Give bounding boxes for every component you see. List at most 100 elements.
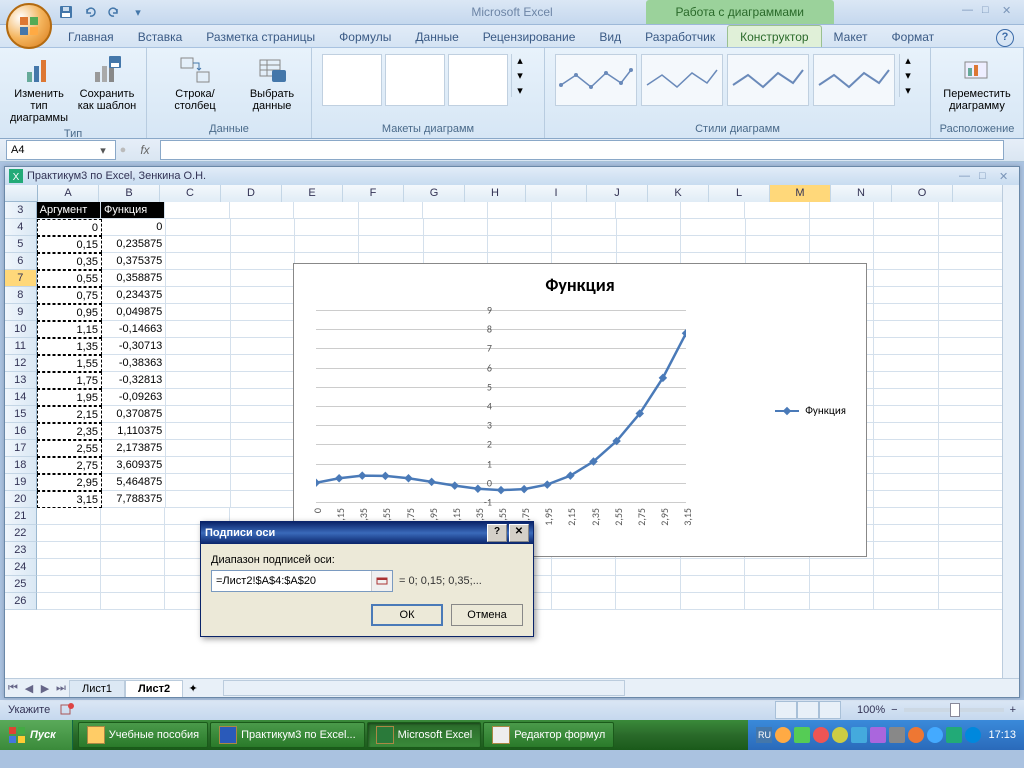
- cell[interactable]: [488, 202, 552, 219]
- cell[interactable]: [231, 355, 295, 372]
- cell[interactable]: 0,75: [37, 287, 102, 304]
- wb-maximize-icon[interactable]: □: [979, 170, 995, 183]
- column-header[interactable]: A: [38, 185, 99, 202]
- undo-icon[interactable]: [80, 2, 100, 22]
- qat-customize-icon[interactable]: ▾: [128, 2, 148, 22]
- cell[interactable]: [939, 287, 1003, 304]
- cell[interactable]: [37, 542, 101, 559]
- select-all-corner[interactable]: [5, 185, 38, 202]
- tab-view[interactable]: Вид: [587, 26, 633, 47]
- cell[interactable]: [939, 457, 1003, 474]
- column-header[interactable]: O: [892, 185, 953, 202]
- cell[interactable]: 1,110375: [102, 423, 166, 440]
- cell[interactable]: [874, 287, 938, 304]
- column-header[interactable]: N: [831, 185, 892, 202]
- cell[interactable]: [231, 406, 295, 423]
- next-sheet-icon[interactable]: ▶: [37, 682, 53, 695]
- cell[interactable]: [37, 593, 101, 610]
- cell[interactable]: [101, 525, 165, 542]
- tray-icon[interactable]: [965, 727, 981, 743]
- cell[interactable]: 2,95: [37, 474, 102, 491]
- cell[interactable]: [874, 321, 938, 338]
- tab-insert[interactable]: Вставка: [126, 26, 195, 47]
- cell[interactable]: [939, 253, 1003, 270]
- cell[interactable]: 1,75: [37, 372, 102, 389]
- cell[interactable]: [37, 525, 101, 542]
- cell[interactable]: [166, 321, 230, 338]
- tray-icon[interactable]: [851, 727, 867, 743]
- cell[interactable]: [874, 593, 938, 610]
- cell[interactable]: [681, 593, 745, 610]
- cell[interactable]: -0,38363: [102, 355, 166, 372]
- new-sheet-icon[interactable]: ✦: [183, 682, 203, 695]
- cell[interactable]: [231, 287, 295, 304]
- page-layout-view-icon[interactable]: [797, 701, 819, 719]
- row-header[interactable]: 13: [5, 372, 37, 389]
- formula-bar[interactable]: [160, 140, 1004, 160]
- cell[interactable]: [874, 253, 938, 270]
- embedded-chart[interactable]: Функция Функция -1012345678900,150,350,5…: [293, 263, 867, 557]
- cell[interactable]: [37, 559, 101, 576]
- dialog-help-icon[interactable]: ?: [487, 524, 507, 542]
- cell[interactable]: [939, 372, 1003, 389]
- cell[interactable]: [488, 219, 552, 236]
- ok-button[interactable]: ОК: [371, 604, 443, 626]
- cell[interactable]: 0,049875: [102, 304, 166, 321]
- layout-thumb[interactable]: [385, 54, 445, 106]
- styles-more[interactable]: ▴▾▾: [899, 54, 916, 97]
- switch-row-col-button[interactable]: Строка/столбец: [153, 52, 237, 114]
- cell[interactable]: [939, 542, 1003, 559]
- cell[interactable]: [939, 355, 1003, 372]
- cell[interactable]: [488, 236, 552, 253]
- cell[interactable]: [616, 576, 680, 593]
- cell[interactable]: 0,370875: [102, 406, 166, 423]
- tab-layout[interactable]: Макет: [822, 26, 880, 47]
- cell[interactable]: [939, 321, 1003, 338]
- row-header[interactable]: 9: [5, 304, 37, 321]
- cell[interactable]: [231, 219, 295, 236]
- layout-thumb[interactable]: [322, 54, 382, 106]
- row-header[interactable]: 3: [5, 202, 37, 219]
- row-header[interactable]: 25: [5, 576, 37, 593]
- column-header[interactable]: M: [770, 185, 831, 202]
- axis-range-field[interactable]: [212, 571, 371, 591]
- cell[interactable]: [166, 372, 230, 389]
- cell[interactable]: 0,234375: [102, 287, 166, 304]
- cell[interactable]: [874, 423, 938, 440]
- cell[interactable]: -0,32813: [102, 372, 166, 389]
- row-header[interactable]: 20: [5, 491, 37, 508]
- cell[interactable]: 0: [37, 219, 102, 236]
- row-header[interactable]: 26: [5, 593, 37, 610]
- cell[interactable]: [166, 219, 230, 236]
- cell[interactable]: [231, 253, 295, 270]
- cell[interactable]: 1,15: [37, 321, 102, 338]
- cell[interactable]: 5,464875: [102, 474, 166, 491]
- cell[interactable]: [939, 559, 1003, 576]
- cell[interactable]: [294, 202, 358, 219]
- cell[interactable]: [166, 355, 230, 372]
- layouts-more[interactable]: ▴▾▾: [511, 54, 528, 97]
- cell[interactable]: [552, 202, 616, 219]
- cell[interactable]: [552, 576, 616, 593]
- cell[interactable]: [745, 576, 809, 593]
- cell[interactable]: [101, 559, 165, 576]
- tray-icon[interactable]: [908, 727, 924, 743]
- cell[interactable]: [810, 559, 874, 576]
- cell[interactable]: [939, 304, 1003, 321]
- column-header[interactable]: I: [526, 185, 587, 202]
- cell[interactable]: 1,55: [37, 355, 102, 372]
- zoom-out-icon[interactable]: −: [891, 704, 897, 716]
- tab-home[interactable]: Главная: [56, 26, 126, 47]
- cell[interactable]: [681, 202, 745, 219]
- cell[interactable]: 0: [102, 219, 166, 236]
- cell[interactable]: [939, 338, 1003, 355]
- cell[interactable]: [166, 236, 230, 253]
- cell[interactable]: [746, 236, 810, 253]
- cell[interactable]: [424, 219, 488, 236]
- tray-icon[interactable]: [775, 727, 791, 743]
- wb-close-icon[interactable]: ✕: [999, 170, 1015, 183]
- row-header[interactable]: 17: [5, 440, 37, 457]
- column-header[interactable]: L: [709, 185, 770, 202]
- cell[interactable]: [681, 559, 745, 576]
- cell[interactable]: [231, 474, 295, 491]
